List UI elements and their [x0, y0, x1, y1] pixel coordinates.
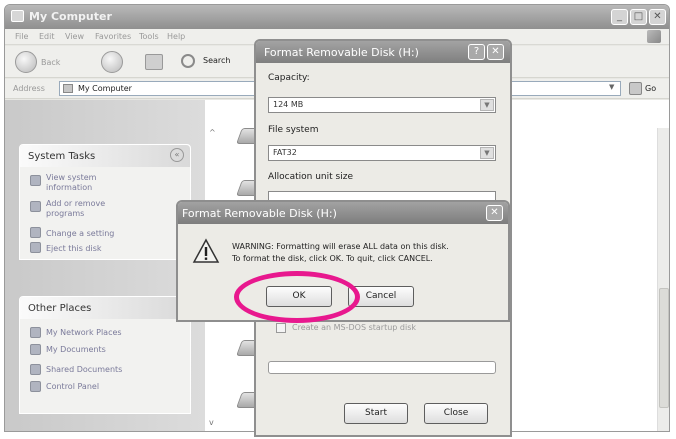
go-arrow-icon[interactable] [629, 82, 642, 95]
capacity-value: 124 MB [273, 100, 304, 109]
address-value: My Computer [78, 84, 132, 93]
msdos-label: Create an MS-DOS startup disk [292, 323, 417, 332]
chevron-down-icon[interactable]: ▼ [480, 147, 494, 159]
warning-message-line2: To format the disk, click OK. To quit, c… [232, 254, 433, 263]
menu-view[interactable]: View [65, 32, 84, 41]
place-network-places[interactable]: My Network Places [46, 328, 176, 338]
format-progress-bar [268, 361, 496, 374]
shared-documents-icon [30, 364, 41, 375]
my-computer-small-icon [63, 84, 73, 93]
address-label: Address [13, 84, 45, 93]
system-tasks-panel: System Tasks « View system information A… [19, 144, 191, 260]
format-close-icon[interactable]: ✕ [487, 44, 504, 60]
menu-edit[interactable]: Edit [39, 32, 55, 41]
menu-help[interactable]: Help [167, 32, 185, 41]
format-dialog-title-bar[interactable]: Format Removable Disk (H:) ? ✕ [256, 41, 510, 63]
eject-icon [30, 242, 41, 253]
warning-dialog-title: Format Removable Disk (H:) [182, 207, 337, 220]
other-places-title: Other Places [28, 303, 92, 314]
search-icon[interactable] [181, 54, 195, 68]
minimize-button[interactable]: _ [611, 9, 628, 25]
task-change-setting[interactable]: Change a setting [46, 229, 156, 239]
warning-icon [192, 238, 220, 263]
my-documents-icon [30, 344, 41, 355]
explorer-title: My Computer [29, 10, 112, 23]
back-arrow-icon[interactable] [15, 51, 37, 73]
system-info-icon [30, 175, 41, 186]
place-my-documents[interactable]: My Documents [46, 345, 176, 355]
task-pane: System Tasks « View system information A… [5, 100, 205, 431]
msdos-checkbox[interactable] [276, 323, 286, 333]
capacity-select[interactable]: 124 MB ▼ [268, 97, 496, 113]
file-system-select[interactable]: FAT32 ▼ [268, 145, 496, 161]
vertical-scrollbar[interactable] [657, 128, 669, 431]
collapse-chevron-icon[interactable]: « [170, 148, 184, 162]
explorer-title-bar[interactable]: My Computer _ □ ✕ [5, 5, 669, 29]
place-shared-documents[interactable]: Shared Documents [46, 365, 176, 375]
search-label[interactable]: Search [203, 56, 230, 65]
windows-logo-icon [647, 30, 661, 43]
network-places-icon [30, 327, 41, 338]
warning-close-icon[interactable]: ✕ [486, 205, 503, 221]
other-places-header[interactable]: Other Places [20, 297, 190, 319]
warning-dialog-title-bar[interactable]: Format Removable Disk (H:) ✕ [178, 202, 508, 224]
start-button[interactable]: Start [344, 403, 408, 424]
computer-icon [11, 10, 24, 22]
menu-favorites[interactable]: Favorites [95, 32, 131, 41]
system-tasks-header[interactable]: System Tasks « [20, 145, 190, 167]
place-control-panel[interactable]: Control Panel [46, 382, 176, 392]
go-label[interactable]: Go [645, 84, 656, 93]
scrollbar-thumb[interactable] [659, 288, 669, 408]
allocation-label: Allocation unit size [268, 172, 353, 182]
up-folder-icon[interactable] [145, 54, 163, 70]
system-tasks-title: System Tasks [28, 151, 96, 162]
scroll-down-icon[interactable]: v [209, 418, 214, 427]
menu-tools[interactable]: Tools [139, 32, 159, 41]
scroll-up-icon[interactable]: ^ [209, 128, 216, 137]
other-places-panel: Other Places My Network Places My Docume… [19, 296, 191, 414]
capacity-label: Capacity: [268, 73, 310, 83]
control-panel-place-icon [30, 381, 41, 392]
format-dialog-title: Format Removable Disk (H:) [264, 46, 419, 59]
warning-message-line1: WARNING: Formatting will erase ALL data … [232, 242, 449, 251]
address-dropdown-icon[interactable]: ▼ [609, 83, 614, 91]
add-remove-programs-icon [30, 201, 41, 212]
close-dialog-button[interactable]: Close [424, 403, 488, 424]
file-system-label: File system [268, 125, 319, 135]
task-view-system-info[interactable]: View system information [46, 173, 112, 193]
chevron-down-icon[interactable]: ▼ [480, 99, 494, 111]
control-panel-icon [30, 227, 41, 238]
help-button[interactable]: ? [468, 44, 485, 60]
task-eject-disk[interactable]: Eject this disk [46, 244, 156, 254]
highlight-ring [234, 271, 360, 323]
back-label[interactable]: Back [41, 58, 60, 67]
close-button[interactable]: ✕ [649, 9, 666, 25]
file-system-value: FAT32 [273, 148, 297, 157]
task-add-remove-programs[interactable]: Add or remove programs [46, 199, 112, 219]
menu-file[interactable]: File [15, 32, 28, 41]
maximize-button[interactable]: □ [630, 9, 647, 25]
forward-arrow-icon[interactable] [101, 51, 123, 73]
